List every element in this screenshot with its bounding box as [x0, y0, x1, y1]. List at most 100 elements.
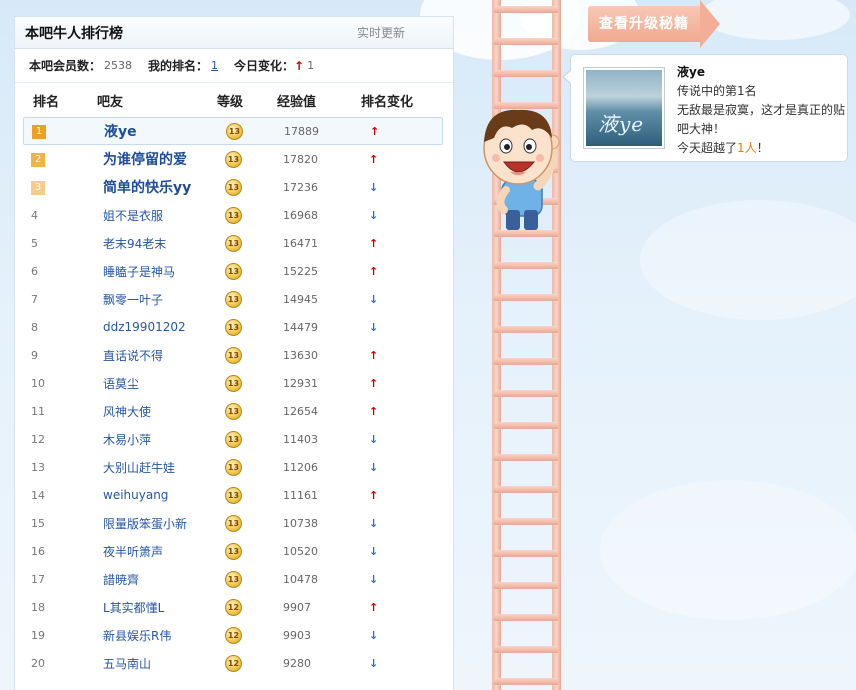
rank-cell: 10	[31, 376, 45, 390]
exp-value: 12931	[283, 376, 318, 390]
ranking-panel: 本吧牛人排行榜 实时更新 本吧会员数： 2538 我的排名： 1 今日变化： ↑…	[14, 16, 454, 690]
level-cell: 13	[225, 430, 283, 448]
upgrade-tips-button[interactable]: 查看升级秘籍	[588, 0, 722, 48]
avatar-text: 液ye	[598, 112, 645, 136]
rank-cell: 19	[31, 628, 45, 642]
user-name-link[interactable]: weihuyang	[103, 488, 225, 502]
rank-cell: 8	[31, 320, 38, 334]
level-cell: 13	[225, 318, 283, 336]
ladder-rung	[494, 358, 558, 365]
arrow-up-icon: ↑	[294, 58, 305, 73]
level-badge-icon: 13	[225, 234, 242, 252]
rank-cell: 9	[31, 348, 38, 362]
top-user-title: 传说中的第1名	[677, 84, 757, 98]
arrow-up-icon: ↑	[369, 236, 379, 250]
user-name-link[interactable]: 睡瞌子是神马	[103, 263, 225, 280]
level-cell: 13	[225, 542, 283, 560]
exp-value: 15225	[283, 264, 318, 278]
my-rank-link[interactable]: 1	[211, 59, 218, 72]
user-name-link[interactable]: 新县娱乐R伟	[103, 627, 225, 644]
top-user-name[interactable]: 液ye	[677, 63, 845, 82]
arrow-up-icon: ↑	[369, 600, 379, 614]
table-row: 3 简单的快乐yy 13 17236 ↓	[23, 173, 443, 201]
user-name-link[interactable]: 大别山赶牛娃	[103, 459, 225, 476]
level-badge-icon: 13	[225, 374, 242, 392]
user-name-link[interactable]: 风神大使	[103, 403, 225, 420]
arrow-down-icon: ↓	[369, 516, 379, 530]
arrow-down-icon: ↓	[369, 628, 379, 642]
table-row: 11 风神大使 13 12654 ↑	[23, 397, 443, 425]
ranking-list: 1 液ye 13 17889 ↑ 2 为谁停留的爱 13 17820 ↑ 3 简单的快乐yy 13 172…	[15, 117, 453, 677]
user-name-link[interactable]: 飘零一叶子	[103, 291, 225, 308]
exp-value: 9903	[283, 628, 311, 642]
user-name-link[interactable]: 夜半听箫声	[103, 543, 225, 560]
level-badge-icon: 13	[225, 262, 242, 280]
arrow-down-icon: ↓	[369, 180, 379, 194]
exp-value: 17236	[283, 180, 318, 194]
level-cell: 13	[225, 486, 283, 504]
ladder-rung	[494, 582, 558, 589]
exp-value: 17820	[283, 152, 318, 166]
mascot-character	[483, 109, 560, 230]
top-user-surpassed: 今天超越了1人！	[677, 139, 845, 158]
table-row: 15 限量版笨蛋小新 13 10738 ↓	[23, 509, 443, 537]
table-row: 12 木易小萍 13 11403 ↓	[23, 425, 443, 453]
ladder-rung	[494, 454, 558, 461]
level-badge-icon: 12	[225, 626, 242, 644]
user-name-link[interactable]: ddz19901202	[103, 320, 225, 334]
rank-cell: 5	[31, 236, 38, 250]
col-exp: 经验值	[277, 94, 317, 110]
ladder-rung	[494, 518, 558, 525]
level-cell: 12	[225, 654, 283, 672]
exp-value: 11161	[283, 488, 318, 502]
rank-cell: 3	[23, 180, 103, 195]
user-name-link[interactable]: 限量版笨蛋小新	[103, 515, 225, 532]
level-cell: 13	[225, 570, 283, 588]
rank-cell: 1	[24, 124, 104, 139]
level-badge-icon: 13	[225, 178, 242, 196]
arrow-up-icon: ↑	[369, 488, 379, 502]
user-name-link[interactable]: 木易小萍	[103, 431, 225, 448]
table-row: 20 五马南山 12 9280 ↓	[23, 649, 443, 677]
level-badge-icon: 13	[225, 150, 242, 168]
user-name-link[interactable]: 五马南山	[103, 655, 225, 672]
user-name-link[interactable]: 姐不是衣服	[103, 207, 225, 224]
level-badge-icon: 13	[225, 514, 242, 532]
ladder-rung	[494, 550, 558, 557]
arrow-up-icon: ↑	[369, 348, 379, 362]
user-name-link[interactable]: 为谁停留的爱	[103, 149, 225, 169]
user-name-link[interactable]: 简单的快乐yy	[103, 177, 225, 197]
table-row: 5 老末94老末 13 16471 ↑	[23, 229, 443, 257]
user-name-link[interactable]: 语莫尘	[103, 375, 225, 392]
rank-badge: 3	[31, 180, 45, 195]
user-name-link[interactable]: 直话说不得	[103, 347, 225, 364]
ladder-rung	[494, 422, 558, 429]
surpassed-prefix: 今天超越了	[677, 141, 738, 155]
arrow-down-icon: ↓	[369, 292, 379, 306]
rank-cell: 17	[31, 572, 45, 586]
table-row: 14 weihuyang 13 11161 ↑	[23, 481, 443, 509]
exp-value: 10478	[283, 572, 318, 586]
arrow-down-icon: ↓	[369, 572, 379, 586]
table-row: 10 语莫尘 13 12931 ↑	[23, 369, 443, 397]
level-cell: 12	[225, 598, 283, 616]
rank-cell: 12	[31, 432, 45, 446]
ladder-rung	[494, 6, 558, 13]
rank-badge: 2	[31, 152, 45, 167]
user-name-link[interactable]: 諎暁齊	[103, 571, 225, 588]
table-row: 2 为谁停留的爱 13 17820 ↑	[23, 145, 443, 173]
avatar[interactable]: 液ye	[583, 67, 665, 149]
col-level: 等级	[217, 94, 244, 110]
table-row: 16 夜半听箫声 13 10520 ↓	[23, 537, 443, 565]
rank-cell: 15	[31, 516, 45, 530]
level-cell: 13	[225, 458, 283, 476]
arrow-up-icon: ↑	[369, 404, 379, 418]
user-name-link[interactable]: L其实都懂L	[103, 599, 225, 616]
arrow-down-icon: ↓	[369, 544, 379, 558]
user-name-link[interactable]: 老末94老末	[103, 235, 225, 252]
table-row: 17 諎暁齊 13 10478 ↓	[23, 565, 443, 593]
exp-value: 9280	[283, 656, 311, 670]
exp-value: 17889	[284, 124, 319, 138]
user-name-link[interactable]: 液ye	[104, 121, 226, 141]
ladder-rung	[494, 646, 558, 653]
